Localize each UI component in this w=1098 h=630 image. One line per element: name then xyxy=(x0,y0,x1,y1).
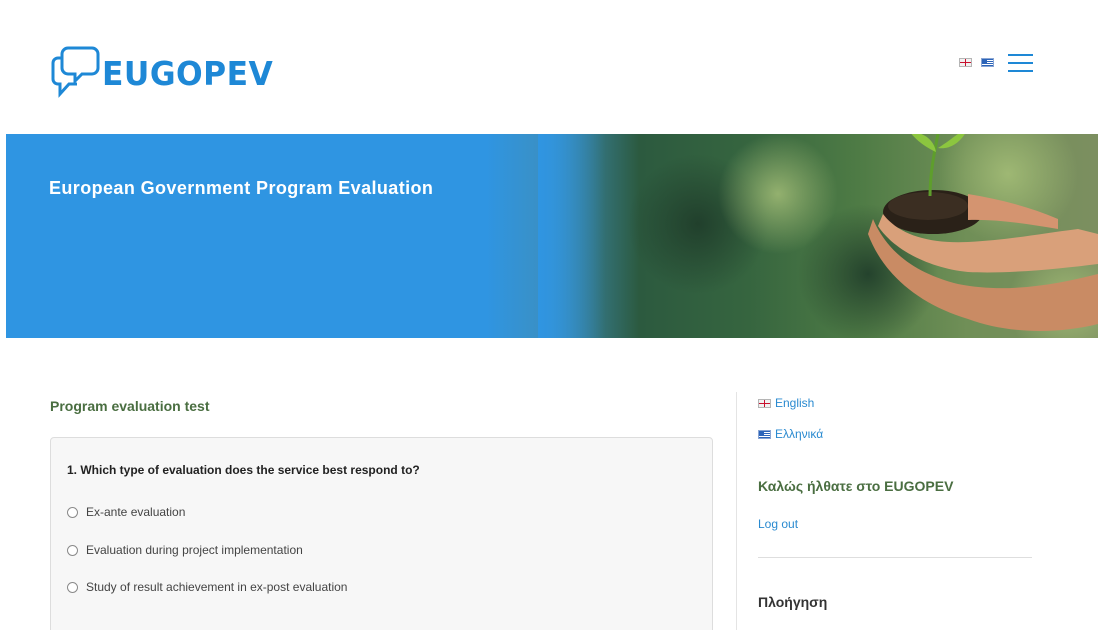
radio-button[interactable] xyxy=(67,544,78,556)
answer-option[interactable]: Study of result achievement in ex-post e… xyxy=(67,580,347,594)
logout-link[interactable]: Log out xyxy=(758,517,798,531)
answer-option[interactable]: Evaluation during project implementation xyxy=(67,543,303,557)
language-link-english[interactable]: English xyxy=(758,396,814,410)
english-flag-icon xyxy=(758,398,771,408)
radio-button[interactable] xyxy=(67,581,78,593)
site-header: EUGOPEV xyxy=(0,0,1098,134)
hamburger-menu-icon[interactable] xyxy=(1008,54,1033,72)
welcome-heading: Καλώς ήλθατε στο EUGOPEV xyxy=(758,478,954,494)
greek-flag-icon xyxy=(758,429,771,439)
english-flag-icon[interactable] xyxy=(959,58,972,67)
language-label: Ελληνικά xyxy=(775,427,824,441)
language-link-greek[interactable]: Ελληνικά xyxy=(758,427,823,441)
language-label: English xyxy=(775,396,815,410)
answer-option[interactable]: Ex-ante evaluation xyxy=(67,505,185,519)
radio-button[interactable] xyxy=(67,506,78,518)
question-card: 1. Which type of evaluation does the ser… xyxy=(50,437,713,630)
section-title: Program evaluation test xyxy=(50,398,210,414)
logo-text: EUGOPEV xyxy=(102,53,274,93)
site-logo[interactable]: EUGOPEV xyxy=(50,44,282,100)
sidebar-divider xyxy=(736,392,737,630)
speech-bubbles-logo-icon xyxy=(51,46,100,98)
answer-option-label: Study of result achievement in ex-post e… xyxy=(86,580,348,594)
answer-option-label: Evaluation during project implementation xyxy=(86,543,303,557)
sidebar-separator xyxy=(758,557,1032,558)
navigation-heading: Πλοήγηση xyxy=(758,594,828,610)
greek-flag-icon[interactable] xyxy=(981,58,994,67)
question-text: 1. Which type of evaluation does the ser… xyxy=(67,463,420,477)
seedling-in-hands-image xyxy=(538,134,1098,338)
hero-title: European Government Program Evaluation xyxy=(49,178,434,198)
hero-banner: European Government Program Evaluation xyxy=(6,134,1098,338)
answer-option-label: Ex-ante evaluation xyxy=(86,505,186,519)
